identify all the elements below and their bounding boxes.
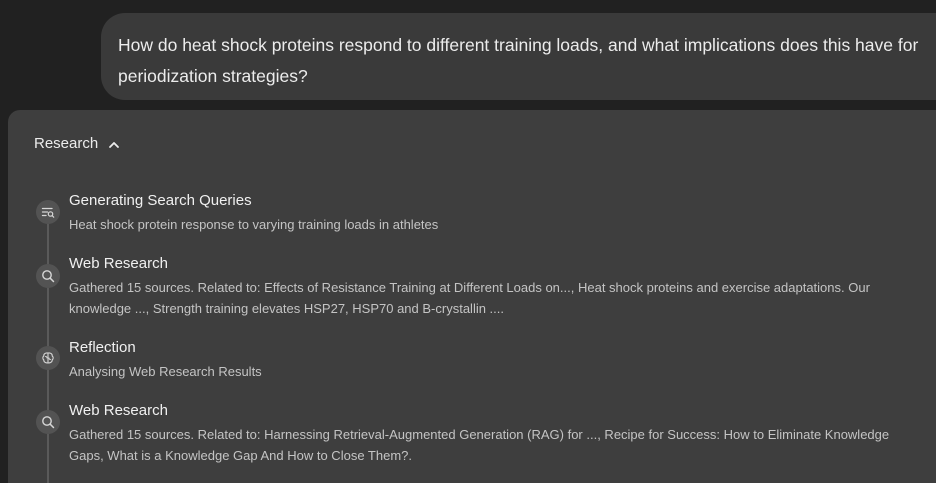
step-title: Generating Search Queries — [69, 192, 252, 209]
research-timeline: Generating Search Queries Heat shock pro… — [8, 110, 936, 483]
search-icon — [36, 410, 60, 434]
step-description: Analysing Web Research Results — [69, 364, 262, 379]
search-icon — [36, 264, 60, 288]
user-message-bubble: How do heat shock proteins respond to di… — [101, 13, 936, 100]
chat-page: How do heat shock proteins respond to di… — [0, 0, 936, 483]
timeline-connector — [47, 224, 49, 264]
timeline-connector — [47, 434, 49, 483]
step-title: Reflection — [69, 339, 136, 356]
research-panel: Research Generating Search Queries Heat … — [8, 110, 936, 483]
brain-icon — [36, 346, 60, 370]
step-description: Gathered 15 sources. Related to: Harness… — [69, 427, 890, 463]
step-title: Web Research — [69, 402, 168, 419]
timeline-connector — [47, 370, 49, 410]
user-message-text: How do heat shock proteins respond to di… — [118, 35, 919, 86]
step-description: Gathered 15 sources. Related to: Effects… — [69, 280, 870, 316]
search-queries-icon — [36, 200, 60, 224]
step-title: Web Research — [69, 255, 168, 272]
step-description: Heat shock protein response to varying t… — [69, 217, 439, 232]
timeline-connector — [47, 288, 49, 346]
